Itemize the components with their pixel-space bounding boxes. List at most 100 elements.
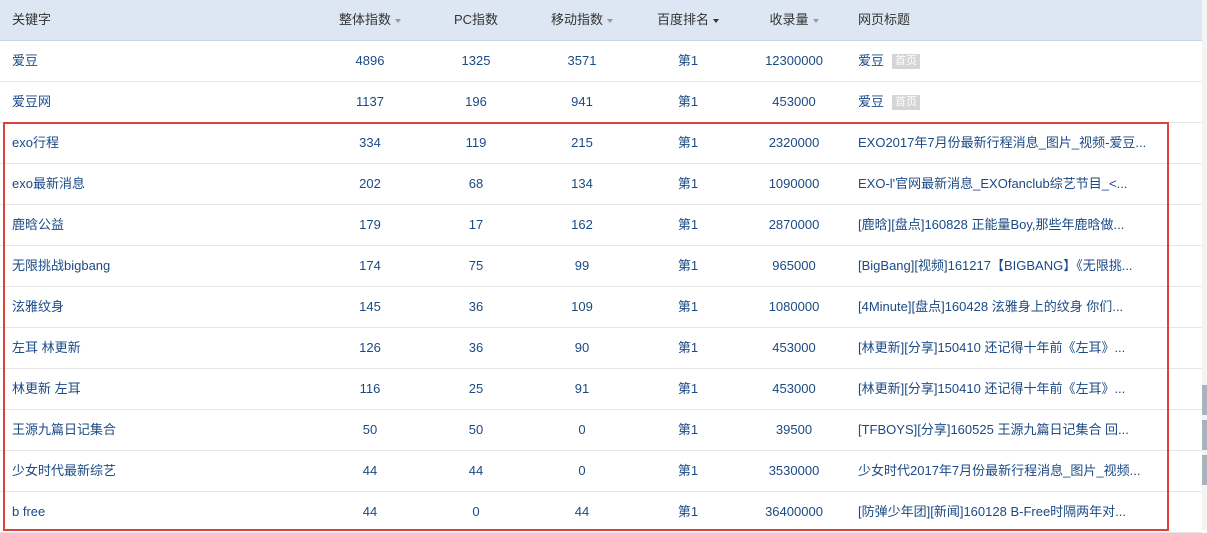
overall-value: 202 [359, 176, 381, 191]
rank-value: 第1 [677, 381, 699, 396]
keyword-link[interactable]: 左耳 林更新 [12, 328, 312, 368]
pc-value: 1325 [461, 53, 491, 68]
pc-value: 75 [468, 258, 484, 273]
page-title-link[interactable]: [TFBOYS][分享]160525 王源九篇日记集合 回... [858, 422, 1129, 437]
overall-value: 174 [359, 258, 381, 273]
pc-value: 36 [468, 299, 484, 314]
header-keyword-label: 关键字 [12, 12, 52, 27]
mobile-value: 0 [578, 422, 586, 437]
table-row: 爱豆 4896 1325 3571 第1 12300000 爱豆 首页 [0, 41, 1202, 82]
page-title-cell: [防弹少年团][新闻]160128 B-Free时隔两年对... [858, 492, 1158, 532]
page-title-cell: [鹿晗][盘点]160828 正能量Boy,那些年鹿晗做... [858, 205, 1158, 245]
table-row: 林更新 左耳 116 25 91 第1 453000 [林更新][分享]150410 还记得… [0, 369, 1202, 410]
indexed-value: 1080000 [768, 299, 820, 314]
page-title-link[interactable]: 爱豆 [858, 53, 884, 68]
rank-value: 第1 [677, 422, 699, 437]
indexed-value: 965000 [772, 258, 816, 273]
overall-value: 334 [359, 135, 381, 150]
rank-value: 第1 [677, 135, 699, 150]
page-title-cell: EXO2017年7月份最新行程消息_图片_视频-爱豆... [858, 123, 1158, 163]
page-title-link[interactable]: [鹿晗][盘点]160828 正能量Boy,那些年鹿晗做... [858, 217, 1124, 232]
table-header: 关键字 整体指数 PC指数 移动指数 百度排名 收录量 网页标题 [0, 0, 1202, 41]
page-title-cell: [BigBang][视频]161217【BIGBANG】《无限挑... [858, 246, 1158, 286]
header-keyword: 关键字 [12, 0, 51, 40]
header-page-title-label: 网页标题 [858, 12, 911, 27]
keyword-link[interactable]: 泫雅纹身 [12, 287, 312, 327]
page-title-link[interactable]: 爱豆 [858, 94, 884, 109]
overall-value: 179 [359, 217, 381, 232]
header-mobile-index-label: 移动指数 [550, 12, 603, 27]
mobile-value: 162 [571, 217, 593, 232]
sort-caret-icon [812, 18, 819, 23]
header-overall-index[interactable]: 整体指数 [320, 0, 420, 40]
header-mobile-index[interactable]: 移动指数 [532, 0, 632, 40]
table-row: 少女时代最新综艺 44 44 0 第1 3530000 少女时代2017年7月份最新行程消息… [0, 451, 1202, 492]
header-overall-index-label: 整体指数 [338, 12, 391, 27]
sort-caret-icon [395, 18, 401, 23]
pc-value: 25 [468, 381, 484, 396]
pc-value: 17 [468, 217, 484, 232]
keyword-link[interactable]: 无限挑战bigbang [12, 246, 312, 286]
pc-value: 196 [465, 94, 487, 109]
homepage-tag: 首页 [892, 54, 921, 70]
page-title-link[interactable]: 少女时代2017年7月份最新行程消息_图片_视频... [858, 463, 1140, 478]
rank-value: 第1 [677, 258, 699, 273]
overall-value: 4896 [355, 53, 385, 68]
overall-value: 44 [362, 463, 378, 478]
indexed-value: 1090000 [768, 176, 820, 191]
pc-value: 68 [468, 176, 484, 191]
pc-value: 0 [472, 504, 480, 519]
rank-value: 第1 [677, 463, 699, 478]
header-indexed[interactable]: 收录量 [744, 0, 844, 40]
mobile-value: 941 [571, 94, 593, 109]
pc-value: 44 [468, 463, 484, 478]
keyword-link[interactable]: 王源九篇日记集合 [12, 410, 312, 450]
keyword-link[interactable]: exo行程 [12, 123, 312, 163]
mobile-value: 99 [574, 258, 590, 273]
keyword-link[interactable]: 少女时代最新综艺 [12, 451, 312, 491]
page-title-link[interactable]: [防弹少年团][新闻]160128 B-Free时隔两年对... [858, 504, 1126, 519]
homepage-tag: 首页 [892, 95, 921, 111]
pc-value: 50 [468, 422, 484, 437]
page-title-link[interactable]: [林更新][分享]150410 还记得十年前《左耳》... [858, 381, 1125, 396]
table-row: 泫雅纹身 145 36 109 第1 1080000 [4Minute][盘点]160428… [0, 287, 1202, 328]
scrollbar-thumb[interactable] [1202, 455, 1207, 485]
rank-value: 第1 [677, 504, 699, 519]
keyword-link[interactable]: 爱豆网 [12, 82, 312, 122]
header-baidu-rank[interactable]: 百度排名 [638, 0, 738, 40]
indexed-value: 453000 [772, 381, 816, 396]
indexed-value: 453000 [772, 340, 816, 355]
page-title-cell: [TFBOYS][分享]160525 王源九篇日记集合 回... [858, 410, 1158, 450]
keyword-link[interactable]: 爱豆 [12, 41, 312, 81]
page-title-link[interactable]: [4Minute][盘点]160428 泫雅身上的纹身 你们... [858, 299, 1123, 314]
mobile-value: 90 [574, 340, 590, 355]
rank-value: 第1 [677, 176, 699, 191]
keyword-link[interactable]: 林更新 左耳 [12, 369, 312, 409]
table-row: 爱豆网 1137 196 941 第1 453000 爱豆 首页 [0, 82, 1202, 123]
page-title-link[interactable]: EXO-l'官网最新消息_EXOfanclub综艺节目_<... [858, 176, 1127, 191]
page-title-link[interactable]: [林更新][分享]150410 还记得十年前《左耳》... [858, 340, 1125, 355]
scrollbar-thumb[interactable] [1202, 420, 1207, 450]
page-title-cell: 少女时代2017年7月份最新行程消息_图片_视频... [858, 451, 1158, 491]
table-row: exo最新消息 202 68 134 第1 1090000 EXO-l'官网最新消息_EXO… [0, 164, 1202, 205]
keyword-link[interactable]: b free [12, 492, 312, 532]
scrollbar-thumb[interactable] [1202, 385, 1207, 415]
pc-value: 36 [468, 340, 484, 355]
table-row: 左耳 林更新 126 36 90 第1 453000 [林更新][分享]150410 还记得… [0, 328, 1202, 369]
page-title-cell: 爱豆 首页 [858, 41, 1158, 81]
keyword-link[interactable]: 鹿晗公益 [12, 205, 312, 245]
page-title-link[interactable]: EXO2017年7月份最新行程消息_图片_视频-爱豆... [858, 135, 1146, 150]
mobile-value: 134 [571, 176, 593, 191]
page-title-cell: [林更新][分享]150410 还记得十年前《左耳》... [858, 328, 1158, 368]
page-title-link[interactable]: [BigBang][视频]161217【BIGBANG】《无限挑... [858, 258, 1133, 273]
header-baidu-rank-label: 百度排名 [656, 12, 709, 27]
indexed-value: 12300000 [765, 53, 823, 68]
indexed-value: 2320000 [768, 135, 820, 150]
scrollbar-track[interactable] [1202, 0, 1207, 530]
sort-caret-icon [607, 18, 613, 23]
overall-value: 116 [359, 381, 381, 396]
page-title-cell: [林更新][分享]150410 还记得十年前《左耳》... [858, 369, 1158, 409]
mobile-value: 3571 [567, 53, 597, 68]
table-row: 鹿晗公益 179 17 162 第1 2870000 [鹿晗][盘点]160828 正能量B… [0, 205, 1202, 246]
keyword-link[interactable]: exo最新消息 [12, 164, 312, 204]
